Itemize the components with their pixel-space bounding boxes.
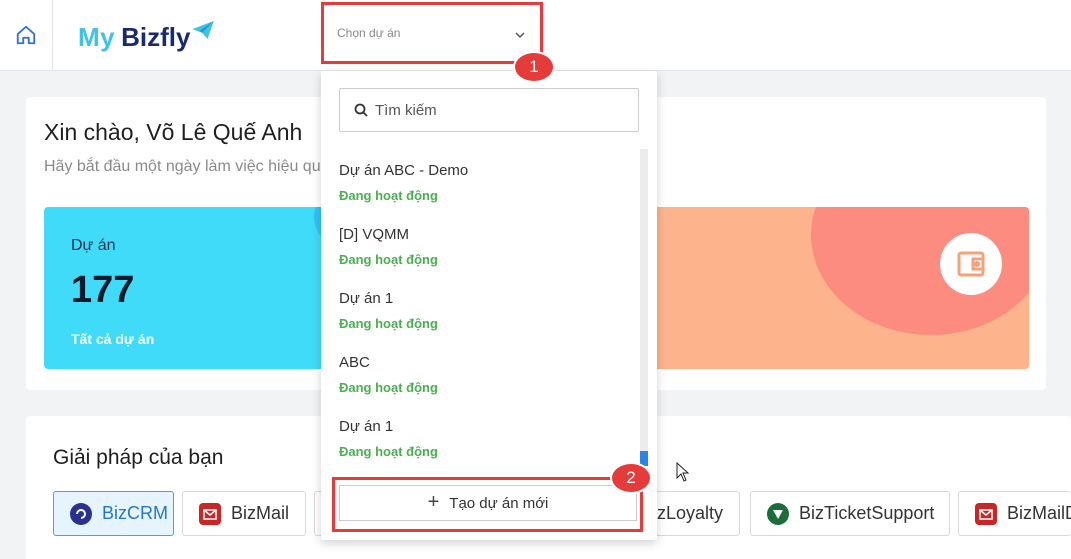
project-select-placeholder: Chọn dự án [337,26,401,40]
chip-label: BizMailD [1007,503,1071,523]
step-badge-2: 2 [610,462,652,494]
all-projects-link[interactable]: Tất cả dự án [71,331,154,347]
projects-stat-label: Dự án [71,237,116,254]
project-status: Đang hoạt động [339,316,438,331]
chip-label: BizMail [231,503,290,523]
project-name: Dự án 1 [339,418,394,435]
project-name: Dự án 1 [339,290,394,307]
project-dropdown: Dự án ABC - Demo Đang hoạt động [D] VQMM… [321,71,657,540]
chip-bizmail[interactable]: BizMail [182,491,306,536]
project-status: Đang hoạt động [339,444,438,459]
chip-label: BizTicketSupport [799,503,935,523]
home-button[interactable] [0,0,53,70]
greeting-title: Xin chào, Võ Lê Quế Anh [44,119,303,145]
chip-label: BizCRM [102,503,168,523]
chip-bizmaild[interactable]: BizMailD [958,491,1071,536]
mybizfly-logo[interactable]: My Bizfly [78,20,215,54]
project-status: Đang hoạt động [339,380,438,395]
logo-bizfly-text: Bizfly [121,21,191,52]
chevron-down-icon [515,32,525,39]
cursor-icon [676,462,690,482]
solutions-title: Giải pháp của bạn [53,446,224,469]
search-icon [354,103,368,117]
step-badge-1: 1 [513,51,555,83]
project-name: [D] VQMM [339,226,409,243]
plus-icon: + [427,490,440,513]
bizmail-icon [975,502,997,525]
wallet-icon [957,251,985,277]
bizmail-icon [199,502,221,525]
list-item[interactable]: Dự án ABC - Demo Đang hoạt động [339,162,629,222]
chip-bizticketsupport[interactable]: BizTicketSupport [750,491,950,536]
search-input[interactable] [375,101,615,119]
bizcrm-icon [70,502,92,525]
paper-plane-icon [192,21,215,39]
scrollbar-track[interactable] [640,149,648,464]
wallet-badge [940,233,1002,295]
projects-stat-card[interactable]: Dự án 177 Tất cả dự án [44,207,344,369]
projects-stat-value: 177 [71,269,135,311]
bizticket-icon [767,502,789,525]
project-status: Đang hoạt động [339,252,438,267]
chip-bizcrm[interactable]: BizCRM [53,491,174,536]
create-project-button[interactable]: + Tạo dự án mới [339,485,637,521]
create-project-label: Tạo dự án mới [449,494,549,512]
wallet-stat-card [655,207,1029,369]
logo-my-text: My [78,21,116,52]
list-item[interactable]: ABC Đang hoạt động [339,354,629,414]
project-select[interactable]: Chọn dự án [321,2,543,64]
list-item[interactable]: Dự án 1 Đang hoạt động [339,290,629,350]
project-list: Dự án ABC - Demo Đang hoạt động [D] VQMM… [321,149,657,469]
search-box[interactable] [339,88,639,132]
project-status: Đang hoạt động [339,188,438,203]
list-item[interactable]: Dự án 1 Đang hoạt động [339,418,629,469]
home-icon [16,25,36,45]
greeting-subtitle: Hãy bắt đầu một ngày làm việc hiệu quả [44,158,330,175]
project-name: ABC [339,354,370,371]
list-item[interactable]: [D] VQMM Đang hoạt động [339,226,629,286]
project-name: Dự án ABC - Demo [339,162,469,179]
